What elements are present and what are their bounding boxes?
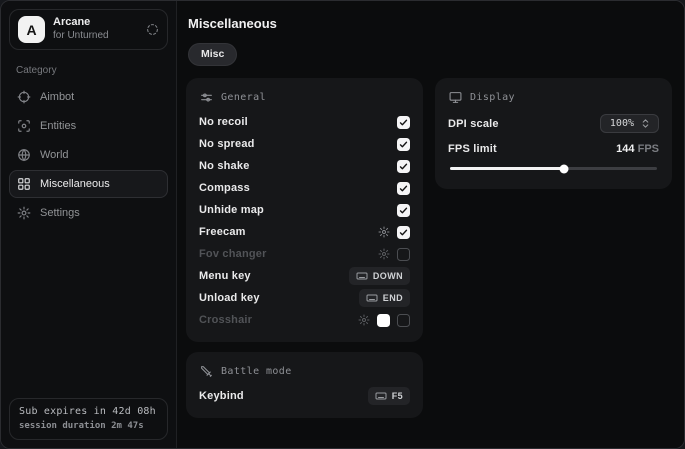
row-label: No spread <box>199 138 255 150</box>
keyboard-icon <box>366 292 378 304</box>
user-card: A Arcane for Unturned <box>9 9 168 50</box>
category-label: Category <box>16 65 168 76</box>
no-shake-checkbox[interactable] <box>397 160 410 173</box>
app-title: Arcane <box>53 16 109 30</box>
row-label: No shake <box>199 160 250 172</box>
user-meta: Arcane for Unturned <box>53 16 109 42</box>
sidebar-item-label: Entities <box>40 120 76 132</box>
sidebar-item-entities[interactable]: Entities <box>9 112 168 140</box>
row-label: Unload key <box>199 292 260 304</box>
sidebar-item-miscellaneous[interactable]: Miscellaneous <box>9 170 168 198</box>
row-unload-key: Unload key END <box>199 287 410 309</box>
row-fps-limit: FPS limit 144 FPS <box>448 143 659 155</box>
row-compass: Compass <box>199 177 410 199</box>
tab-misc[interactable]: Misc <box>188 43 237 66</box>
dpi-scale-select[interactable]: 100% <box>600 114 659 133</box>
row-fov-changer: Fov changer <box>199 243 410 265</box>
main-content: Miscellaneous Misc General <box>177 1 685 448</box>
row-crosshair: Crosshair <box>199 309 410 331</box>
unload-key-value: END <box>383 293 403 303</box>
row-dpi-scale: DPI scale 100% <box>448 114 659 133</box>
grid-icon <box>17 177 31 191</box>
gear-icon <box>17 206 31 220</box>
fps-limit-unit: FPS <box>638 143 659 155</box>
row-label: Compass <box>199 182 250 194</box>
row-freecam: Freecam <box>199 221 410 243</box>
dpi-scale-value: 100% <box>610 118 634 129</box>
globe-icon <box>17 148 31 162</box>
row-label: FPS limit <box>448 143 497 155</box>
menu-key-value: DOWN <box>373 271 403 281</box>
row-no-recoil: No recoil <box>199 111 410 133</box>
general-panel: General No recoil No spread <box>186 78 423 342</box>
sidebar-item-label: Aimbot <box>40 91 74 103</box>
display-panel-title: Display <box>470 92 515 103</box>
page-title: Miscellaneous <box>188 16 672 31</box>
keyboard-icon <box>356 270 368 282</box>
session-duration-text: session duration 2m 47s <box>19 421 158 431</box>
row-label: No recoil <box>199 116 248 128</box>
sidebar-item-label: Settings <box>40 207 80 219</box>
app-window: A Arcane for Unturned Category <box>0 0 685 449</box>
monitor-icon <box>449 91 462 104</box>
swords-icon <box>200 365 213 378</box>
unload-key-keybind-button[interactable]: END <box>359 289 410 307</box>
row-no-shake: No shake <box>199 155 410 177</box>
crosshair-icon <box>17 90 31 104</box>
fov-changer-settings-gear-icon[interactable] <box>378 248 390 260</box>
crosshair-checkbox[interactable] <box>397 314 410 327</box>
sidebar-nav: Aimbot Entities <box>9 83 168 228</box>
sidebar-item-label: Miscellaneous <box>40 178 110 190</box>
row-no-spread: No spread <box>199 133 410 155</box>
row-label: Crosshair <box>199 314 252 326</box>
row-label: Unhide map <box>199 204 264 216</box>
fps-slider-thumb[interactable] <box>559 164 568 173</box>
freecam-checkbox[interactable] <box>397 226 410 239</box>
row-unhide-map: Unhide map <box>199 199 410 221</box>
row-label: Freecam <box>199 226 246 238</box>
battle-mode-panel: Battle mode Keybind F5 <box>186 352 423 418</box>
subscription-card: Sub expires in 42d 08h session duration … <box>9 398 168 440</box>
battle-mode-panel-title: Battle mode <box>221 366 292 377</box>
row-label: DPI scale <box>448 118 499 130</box>
display-panel-header: Display <box>449 91 659 104</box>
tab-row: Misc <box>188 43 672 66</box>
row-label: Keybind <box>199 390 244 402</box>
no-spread-checkbox[interactable] <box>397 138 410 151</box>
sliders-icon <box>200 91 213 104</box>
sidebar-item-aimbot[interactable]: Aimbot <box>9 83 168 111</box>
fov-changer-checkbox[interactable] <box>397 248 410 261</box>
battle-keybind-button[interactable]: F5 <box>368 387 410 405</box>
general-panel-header: General <box>200 91 410 104</box>
display-panel: Display DPI scale 100% <box>435 78 672 189</box>
sidebar-item-settings[interactable]: Settings <box>9 199 168 227</box>
compass-checkbox[interactable] <box>397 182 410 195</box>
sidebar-item-label: World <box>40 149 69 161</box>
scan-icon <box>17 119 31 133</box>
avatar: A <box>18 16 45 43</box>
app-subtitle: for Unturned <box>53 30 109 43</box>
menu-key-keybind-button[interactable]: DOWN <box>349 267 410 285</box>
row-keybind: Keybind F5 <box>199 385 410 407</box>
sub-expiry-text: Sub expires in 42d 08h <box>19 406 158 417</box>
sidebar: A Arcane for Unturned Category <box>1 1 177 448</box>
keyboard-icon <box>375 390 387 402</box>
crosshair-settings-gear-icon[interactable] <box>358 314 370 326</box>
unhide-map-checkbox[interactable] <box>397 204 410 217</box>
row-menu-key: Menu key DOWN <box>199 265 410 287</box>
fps-limit-slider[interactable] <box>450 167 657 170</box>
battle-keybind-value: F5 <box>392 391 403 401</box>
row-label: Menu key <box>199 270 251 282</box>
fps-limit-value: 144 FPS <box>616 143 659 155</box>
battle-mode-panel-header: Battle mode <box>200 365 410 378</box>
sidebar-item-world[interactable]: World <box>9 141 168 169</box>
fps-slider-fill <box>450 167 564 170</box>
crosshair-color-swatch[interactable] <box>377 314 390 327</box>
freecam-settings-gear-icon[interactable] <box>378 226 390 238</box>
row-label: Fov changer <box>199 248 267 260</box>
general-panel-title: General <box>221 92 266 103</box>
no-recoil-checkbox[interactable] <box>397 116 410 129</box>
chevrons-up-down-icon <box>640 118 651 129</box>
sync-icon[interactable] <box>146 23 159 36</box>
